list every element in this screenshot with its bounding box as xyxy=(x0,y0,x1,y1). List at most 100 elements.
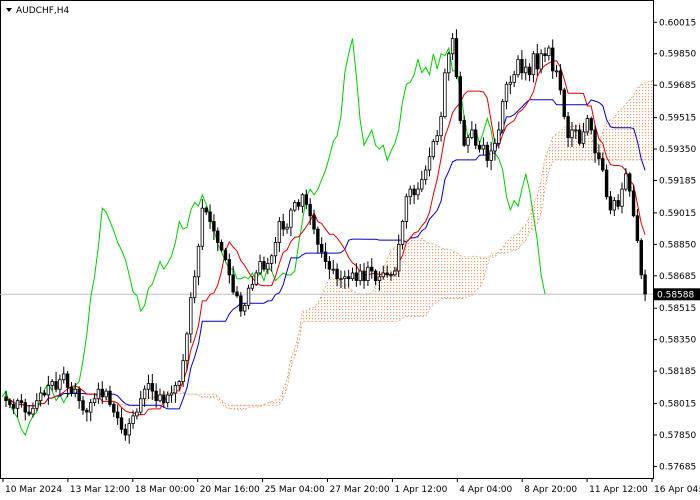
candle-body xyxy=(50,381,54,386)
candle-body xyxy=(239,295,243,312)
y-tick-label: 0.59350 xyxy=(659,145,696,155)
candle-body xyxy=(312,215,316,230)
candle-body xyxy=(585,118,590,133)
candle-body xyxy=(127,423,131,436)
candle-body xyxy=(485,144,489,161)
candle-body xyxy=(601,158,605,171)
x-tick-label: 11 Apr 12:00 xyxy=(589,485,648,495)
candle-body xyxy=(142,388,147,400)
candle xyxy=(443,68,447,119)
candle-body xyxy=(185,333,189,362)
candle-body xyxy=(423,169,428,180)
candle-body xyxy=(227,259,231,276)
y-tick-label: 0.59850 xyxy=(659,50,696,60)
candle-body xyxy=(154,390,158,402)
candle-body xyxy=(566,116,570,139)
candle-body xyxy=(308,203,312,217)
candle-body xyxy=(527,66,532,76)
candle-body xyxy=(562,89,566,118)
candle xyxy=(462,115,466,148)
candle-body xyxy=(323,251,328,262)
candle-body xyxy=(173,385,178,394)
candle-body xyxy=(246,287,251,306)
candle-body xyxy=(597,152,601,159)
candle-body xyxy=(285,226,289,230)
x-tick-label: 20 Mar 16:00 xyxy=(200,485,260,495)
candle-body xyxy=(42,392,47,396)
candle-body xyxy=(115,411,120,419)
candle-body xyxy=(339,278,343,281)
candle-body xyxy=(497,129,501,144)
x-tick-label: 27 Mar 20:00 xyxy=(330,485,390,495)
candle-body xyxy=(462,120,466,146)
candle-body xyxy=(624,173,628,190)
x-tick-label: 1 Apr 12:00 xyxy=(394,485,447,495)
candle-body xyxy=(412,188,416,196)
candle-body xyxy=(616,200,620,207)
candle-body xyxy=(366,266,370,281)
candle-body xyxy=(396,243,401,272)
candle-body xyxy=(27,411,31,415)
candle xyxy=(431,139,436,160)
candle-body xyxy=(242,304,247,312)
y-tick-label: 0.59685 xyxy=(659,81,696,91)
candle-body xyxy=(262,261,266,270)
candle-body xyxy=(223,249,228,261)
x-tick-label: 8 Apr 20:00 xyxy=(524,485,577,495)
candle-body xyxy=(435,135,439,142)
y-tick-label: 0.58850 xyxy=(659,240,696,250)
candle-body xyxy=(543,53,547,57)
candle-body xyxy=(281,221,285,230)
candle-body xyxy=(443,72,447,118)
candle-body xyxy=(381,272,385,278)
candle-body xyxy=(581,131,586,144)
chart-window[interactable]: AUDCHF,H4 0.60015 0.59850 0.59685 0.59515 0.… xyxy=(0,0,700,500)
candle-body xyxy=(470,129,474,139)
candle-body xyxy=(631,190,636,217)
candle-body xyxy=(331,268,335,271)
candle-body xyxy=(539,53,543,70)
current-price-label: 0.58588 xyxy=(657,290,694,300)
y-tick-label: 0.60015 xyxy=(659,18,696,28)
candle-body xyxy=(593,129,597,154)
candle-body xyxy=(570,129,574,139)
candle-body xyxy=(62,373,66,381)
candle-body xyxy=(535,53,539,70)
candle-body xyxy=(139,398,143,413)
candle-body xyxy=(577,129,582,144)
candle-body xyxy=(196,245,201,278)
price-chart[interactable]: AUDCHF,H4 0.600150.598500.596850.595150.… xyxy=(0,0,700,500)
candle-body xyxy=(327,261,332,270)
candle-body xyxy=(100,388,104,398)
candle-body xyxy=(512,74,516,83)
candle-body xyxy=(46,385,51,396)
candle-body xyxy=(65,373,70,388)
candle-body xyxy=(420,179,424,190)
candle-body xyxy=(123,428,128,436)
candle-body xyxy=(500,101,505,131)
candle-body xyxy=(589,118,593,131)
candle-body xyxy=(69,386,74,394)
candle-body xyxy=(574,129,578,132)
candle-body xyxy=(516,59,520,76)
candle-body xyxy=(524,66,528,74)
current-price-label-group: 0.58588 xyxy=(654,288,700,301)
candle-body xyxy=(150,383,154,392)
candle-body xyxy=(393,270,397,276)
y-tick-label: 0.58515 xyxy=(659,304,696,314)
candle-body xyxy=(639,240,643,276)
candle-body xyxy=(377,276,382,281)
candle-body xyxy=(385,272,389,276)
candle-body xyxy=(92,398,97,403)
candle-body xyxy=(89,402,93,413)
price-axis[interactable]: 0.60015 0.59850 0.59685 0.59515 0.59350 0.591… xyxy=(653,18,696,472)
candle-body xyxy=(554,70,559,73)
candle-body xyxy=(477,144,482,150)
candle-body xyxy=(269,255,274,264)
candle-body xyxy=(608,196,613,211)
y-tick-label: 0.59185 xyxy=(659,177,696,187)
candle-body xyxy=(635,215,640,241)
x-tick-label: 4 Apr 04:00 xyxy=(459,485,512,495)
candle-body xyxy=(4,396,8,402)
candle-body xyxy=(612,200,616,211)
